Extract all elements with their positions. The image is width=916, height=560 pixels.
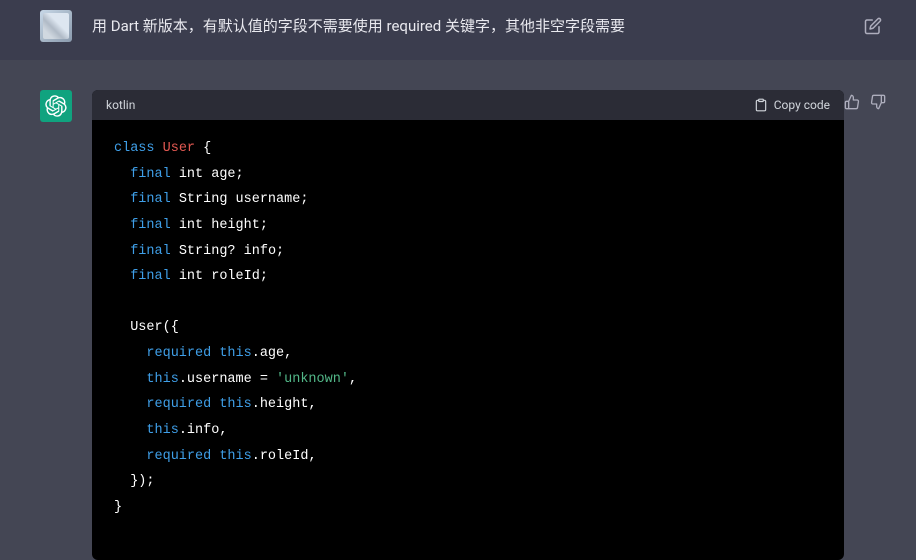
openai-logo-icon [45,95,67,117]
assistant-avatar [40,90,72,122]
user-message-text: 用 Dart 新版本，有默认值的字段不需要使用 required 关键字，其他非… [92,15,840,38]
assistant-message-row: kotlin Copy code class User { final int … [0,60,916,560]
code-header: kotlin Copy code [92,90,844,120]
user-avatar [40,10,72,42]
edit-button[interactable] [860,13,886,39]
assistant-response-body: kotlin Copy code class User { final int … [92,90,844,560]
copy-code-label: Copy code [774,98,830,112]
feedback-actions [844,94,886,110]
user-message-row: 用 Dart 新版本，有默认值的字段不需要使用 required 关键字，其他非… [0,0,916,60]
edit-icon [864,17,882,35]
copy-code-button[interactable]: Copy code [754,98,830,112]
code-language-label: kotlin [106,98,135,112]
code-block: kotlin Copy code class User { final int … [92,90,844,560]
clipboard-icon [754,98,768,112]
thumbs-up-icon[interactable] [844,94,860,110]
thumbs-down-icon[interactable] [870,94,886,110]
code-content: class User { final int age; final String… [92,120,844,560]
